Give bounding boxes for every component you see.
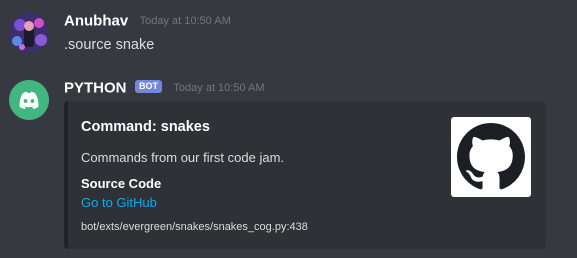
message-python-bot: PYTHON BOT Today at 10:50 AM Command: sn… — [0, 70, 577, 258]
embed-thumbnail[interactable] — [451, 117, 531, 197]
message-content: .source snake — [64, 37, 155, 53]
bot-badge: BOT — [134, 80, 162, 94]
embed-card: Command: snakes Commands from our first … — [64, 101, 546, 249]
avatar[interactable] — [9, 80, 49, 120]
github-link[interactable]: Go to GitHub — [81, 195, 157, 210]
username[interactable]: PYTHON — [64, 79, 127, 96]
message-anubhav: Anubhav Today at 10:50 AM .source snake — [0, 0, 577, 70]
user-avatar-icon — [9, 13, 49, 53]
username[interactable]: Anubhav — [64, 12, 128, 29]
chat-messages: Anubhav Today at 10:50 AM .source snake … — [0, 0, 577, 258]
embed-description: Commands from our first code jam. — [81, 150, 285, 165]
avatar[interactable] — [9, 13, 49, 53]
embed-title: Command: snakes — [81, 119, 210, 135]
message-header: PYTHON BOT Today at 10:50 AM — [64, 79, 265, 99]
github-logo-icon — [457, 123, 525, 190]
message-header: Anubhav Today at 10:50 AM — [64, 12, 231, 32]
embed-footer: bot/exts/evergreen/snakes/snakes_cog.py:… — [81, 221, 308, 233]
timestamp: Today at 10:50 AM — [173, 81, 265, 94]
discord-logo-icon — [9, 80, 49, 120]
timestamp: Today at 10:50 AM — [139, 14, 231, 27]
embed-field-name: Source Code — [81, 176, 162, 191]
